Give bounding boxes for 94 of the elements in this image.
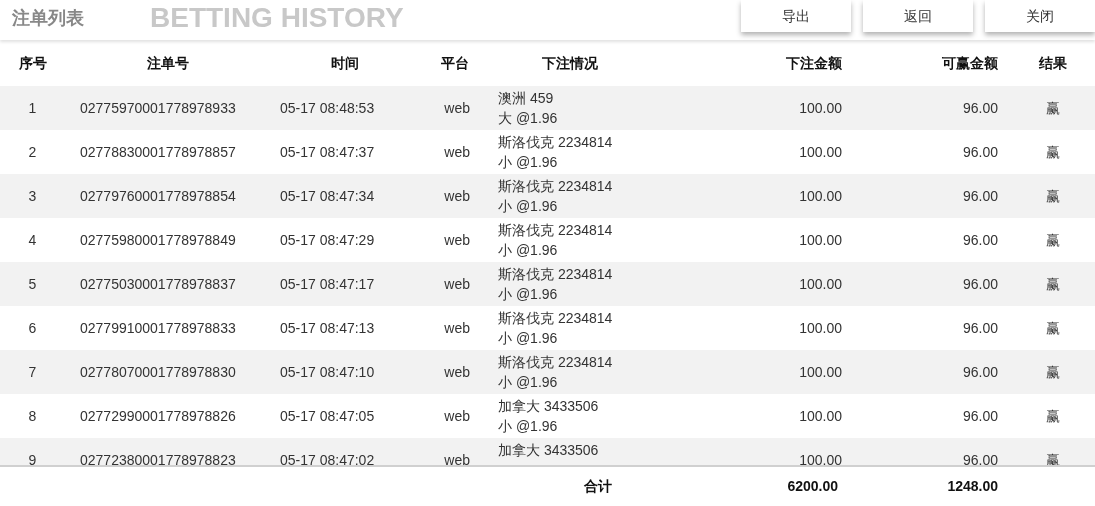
- table-cell-text: 02778830001778978857: [80, 142, 236, 162]
- bet-detail: 大 @1.96: [498, 109, 558, 128]
- table-cell-text: 02772990001778978826: [80, 406, 236, 426]
- table-cell-text: web: [444, 230, 470, 250]
- bet-detail: 小 @1.96: [498, 417, 559, 436]
- column-header: 下注金额: [786, 53, 842, 73]
- table-cell-text: 05-17 08:47:02: [280, 450, 375, 465]
- table-cell-text: 赢: [1045, 406, 1060, 426]
- table-cell-text: 100.00: [799, 142, 842, 162]
- table-cell-text: web: [444, 274, 470, 294]
- table-cell-text: 96.00: [962, 274, 998, 294]
- table-cell-text: 赢: [1045, 274, 1060, 294]
- table-cell-text: 5: [28, 274, 37, 294]
- table-cell-text: 赢: [1045, 186, 1060, 206]
- table-cell-text: 05-17 08:47:05: [280, 406, 375, 426]
- table-cell-text: 02779910001778978833: [80, 318, 236, 338]
- table-cell-text: 02779760001778978854: [80, 186, 236, 206]
- table-cell-text: web: [444, 186, 470, 206]
- table-cell-text: 96.00: [962, 142, 998, 162]
- bet-detail: 小 @1.96: [498, 241, 559, 260]
- bet-detail: 小 @1.96: [498, 285, 559, 304]
- table-cell-text: 9: [28, 450, 37, 465]
- column-header: 结果: [1038, 53, 1067, 73]
- table-cell-text: 6: [28, 318, 37, 338]
- table-cell-text: 02778070001778978830: [80, 362, 236, 382]
- bet-detail: 小 @1.96: [498, 197, 559, 216]
- table-cell-text: 05-17 08:47:17: [280, 274, 375, 294]
- table-cell-text: 7: [28, 362, 37, 382]
- column-header: 序号: [18, 53, 47, 73]
- table-cell-text: 96.00: [962, 362, 998, 382]
- table-cell-text: 赢: [1045, 318, 1060, 338]
- table-cell-text: web: [444, 450, 470, 465]
- table-cell-text: 2: [28, 142, 37, 162]
- table-cell-text: web: [444, 406, 470, 426]
- table-cell-text: 02772380001778978823: [80, 450, 236, 465]
- bet-detail: 加拿大 3433506: [498, 441, 599, 460]
- table-cell-text: 100.00: [799, 362, 842, 382]
- table-cell-text: 05-17 08:47:13: [280, 318, 375, 338]
- column-header: 注单号: [146, 53, 189, 73]
- table-cell-text: 02775030001778978837: [80, 274, 236, 294]
- bet-detail: 小 @1.96: [498, 373, 559, 392]
- table-cell-text: 赢: [1045, 142, 1060, 162]
- table-cell-text: 96.00: [962, 406, 998, 426]
- header-button[interactable]: 关闭: [985, 0, 1095, 32]
- bet-detail: 斯洛伐克 2234814: [498, 309, 613, 328]
- table-cell-text: 05-17 08:47:10: [280, 362, 375, 382]
- table-cell-text: 100.00: [799, 406, 842, 426]
- table-cell-text: 96.00: [962, 98, 998, 118]
- column-header: 可赢金额: [942, 53, 998, 73]
- total-stake: 6200.00: [787, 476, 838, 496]
- table-cell-text: 1: [28, 98, 37, 118]
- table-cell-text: 8: [28, 406, 37, 426]
- table-cell-text: web: [444, 98, 470, 118]
- bet-detail: 小 @1.96: [498, 153, 559, 172]
- table-cell-text: 100.00: [799, 318, 842, 338]
- total-win: 1248.00: [947, 476, 998, 496]
- table-cell-text: 100.00: [799, 186, 842, 206]
- table-cell-text: web: [444, 318, 470, 338]
- table-cell-text: 02775980001778978849: [80, 230, 236, 250]
- bet-detail: 斯洛伐克 2234814: [498, 177, 613, 196]
- table-cell-text: 100.00: [799, 450, 842, 465]
- table-cell-text: 赢: [1045, 230, 1060, 250]
- table-cell-text: 05-17 08:47:29: [280, 230, 375, 250]
- bet-detail: 斯洛伐克 2234814: [498, 133, 613, 152]
- table-cell-text: 05-17 08:48:53: [280, 98, 375, 118]
- table-cell-text: web: [444, 362, 470, 382]
- table-cell-text: 05-17 08:47:34: [280, 186, 375, 206]
- header-button[interactable]: 导出: [741, 0, 851, 32]
- bet-detail: 小 @1.96: [498, 329, 559, 348]
- table-cell-text: 赢: [1045, 98, 1060, 118]
- table-cell-text: 96.00: [962, 230, 998, 250]
- table-cell-text: 05-17 08:47:37: [280, 142, 375, 162]
- bet-detail: 斯洛伐克 2234814: [498, 353, 613, 372]
- table-cell-text: 4: [28, 230, 37, 250]
- total-label: 合计: [584, 476, 612, 496]
- header-button[interactable]: 返回: [863, 0, 973, 32]
- bet-detail: 斯洛伐克 2234814: [498, 265, 613, 284]
- table-cell-text: 96.00: [962, 186, 998, 206]
- table-cell-text: 96.00: [962, 318, 998, 338]
- table-cell-text: web: [444, 142, 470, 162]
- table-cell-text: 100.00: [799, 274, 842, 294]
- table-cell-text: 100.00: [799, 230, 842, 250]
- table-cell-text: 96.00: [962, 450, 998, 465]
- table-cell-text: 赢: [1045, 362, 1060, 382]
- column-header: 下注情况: [542, 53, 598, 73]
- bet-detail: 斯洛伐克 2234814: [498, 221, 613, 240]
- column-header: 时间: [331, 53, 359, 73]
- bet-detail: 加拿大 3433506: [498, 397, 599, 416]
- column-header: 平台: [441, 53, 469, 73]
- bet-detail: 澳洲 459: [498, 89, 555, 108]
- table-cell-text: 100.00: [799, 98, 842, 118]
- table-cell-text: 02775970001778978933: [80, 98, 236, 118]
- page-title: 注单列表: [12, 7, 84, 30]
- table-cell-text: 3: [28, 186, 37, 206]
